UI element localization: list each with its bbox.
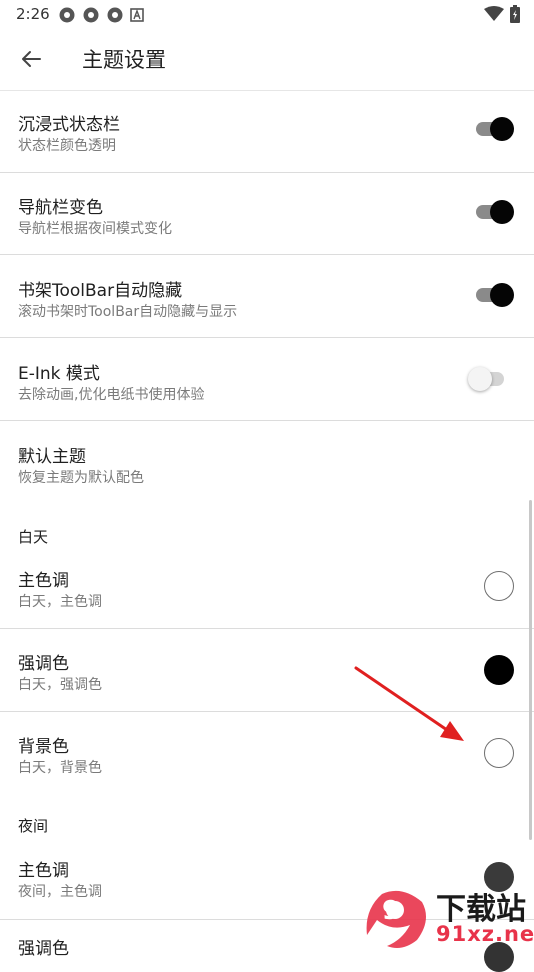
notification-icons	[58, 6, 144, 24]
setting-title: 强调色	[18, 654, 69, 674]
setting-navbar-color[interactable]: 导航栏变色 导航栏根据夜间模式变化	[0, 173, 534, 255]
wifi-icon	[484, 6, 504, 21]
app-notification-icon	[59, 7, 75, 23]
setting-subtitle: 导航栏根据夜间模式变化	[18, 221, 172, 237]
annotation-arrow-icon	[354, 666, 464, 741]
setting-subtitle: 白天，强调色	[18, 677, 102, 693]
setting-title: 背景色	[18, 737, 69, 757]
scrollbar[interactable]	[529, 500, 532, 840]
setting-subtitle: 白天，主色调	[18, 594, 102, 610]
setting-subtitle: 夜间，主色调	[18, 884, 102, 900]
immersive-toggle[interactable]	[474, 117, 514, 141]
status-bar: 2:26	[0, 0, 534, 28]
setting-title: 主色调	[18, 861, 69, 881]
setting-subtitle: 滚动书架时ToolBar自动隐藏与显示	[18, 304, 238, 320]
section-header-day: 白天	[18, 528, 49, 546]
day-background-swatch[interactable]	[484, 738, 514, 768]
setting-title: 主色调	[18, 571, 69, 591]
setting-default-theme[interactable]: 默认主题 恢复主题为默认配色	[0, 421, 534, 503]
status-time: 2:26	[16, 5, 50, 23]
setting-title: E-Ink 模式	[18, 364, 100, 384]
system-icons	[484, 5, 520, 23]
app-notification-icon	[83, 7, 99, 23]
setting-subtitle: 白天，背景色	[18, 760, 102, 776]
toolbar-autohide-toggle[interactable]	[474, 283, 514, 307]
navbar-toggle[interactable]	[474, 200, 514, 224]
app-notification-icon	[107, 7, 123, 23]
eink-toggle[interactable]	[468, 367, 508, 391]
app-toolbar: 主题设置	[0, 28, 534, 91]
watermark-domain: 91xz.net	[436, 922, 534, 946]
section-header-night: 夜间	[18, 817, 49, 835]
setting-title: 强调色	[18, 939, 69, 959]
page-title: 主题设置	[82, 48, 166, 72]
watermark-logo: 9 下载站 91xz.net	[362, 880, 534, 950]
font-notification-icon	[130, 8, 144, 22]
back-arrow-icon	[22, 51, 41, 67]
setting-subtitle: 恢复主题为默认配色	[18, 470, 144, 486]
setting-toolbar-autohide[interactable]: 书架ToolBar自动隐藏 滚动书架时ToolBar自动隐藏与显示	[0, 255, 534, 338]
back-button[interactable]	[14, 42, 48, 76]
setting-subtitle: 状态栏颜色透明	[18, 138, 116, 154]
setting-title: 默认主题	[18, 447, 86, 467]
setting-title: 导航栏变色	[18, 198, 103, 218]
watermark-logo-text: 9	[382, 896, 401, 926]
day-primary-swatch[interactable]	[484, 571, 514, 601]
battery-icon	[510, 5, 520, 23]
setting-title: 书架ToolBar自动隐藏	[18, 281, 183, 301]
setting-day-primary-color[interactable]: 主色调 白天，主色调	[0, 545, 534, 629]
day-accent-swatch[interactable]	[484, 655, 514, 685]
setting-eink-mode[interactable]: E-Ink 模式 去除动画,优化电纸书使用体验	[0, 338, 534, 421]
setting-immersive-status-bar[interactable]: 沉浸式状态栏 状态栏颜色透明	[0, 91, 534, 173]
setting-subtitle: 去除动画,优化电纸书使用体验	[18, 387, 205, 403]
setting-title: 沉浸式状态栏	[18, 115, 120, 135]
